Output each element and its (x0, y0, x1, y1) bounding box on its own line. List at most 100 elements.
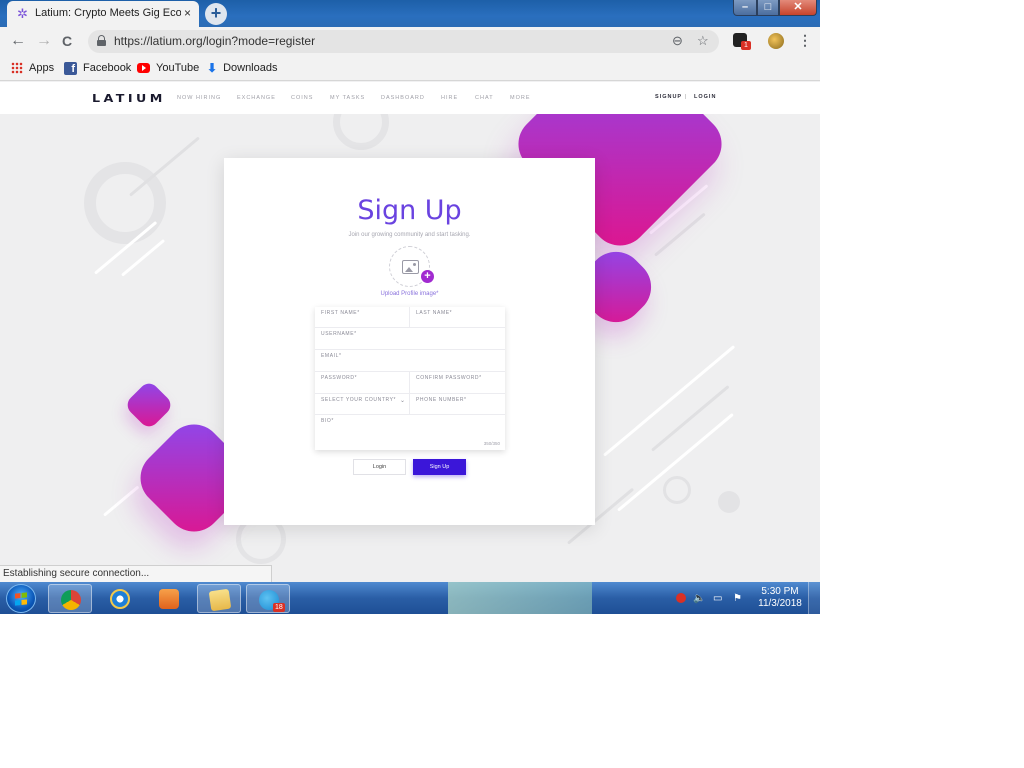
forward-icon[interactable]: → (36, 32, 52, 50)
tab-title: Latium: Crypto Meets Gig Econo (35, 7, 181, 19)
first-name-field[interactable]: FIRST NAME* (315, 307, 410, 328)
add-image-icon[interactable]: + (421, 270, 434, 283)
new-tab-button[interactable]: + (205, 3, 227, 25)
bookmark-apps[interactable]: Apps (11, 61, 54, 77)
nav-chat[interactable]: CHAT (475, 95, 494, 101)
nav-my-tasks[interactable]: MY TASKS (330, 95, 365, 101)
username-label: USERNAME* (321, 331, 357, 337)
facebook-icon: f (64, 61, 77, 75)
upload-label: Upload Profile image* (380, 291, 439, 297)
profile-avatar-icon[interactable] (768, 33, 784, 49)
nav-now-hiring[interactable]: NOW HIRING (177, 95, 221, 101)
decorative-diamond (123, 379, 175, 431)
bookmark-star-icon[interactable]: ☆ (697, 33, 709, 49)
start-button[interactable] (6, 584, 36, 613)
username-field[interactable]: USERNAME* (315, 328, 505, 350)
signup-button[interactable]: Sign Up (413, 459, 466, 475)
tray-app-icon[interactable] (676, 593, 686, 603)
password-field[interactable]: PASSWORD* (315, 372, 410, 394)
clock-date: 11/3/2018 (758, 598, 802, 609)
chrome-icon (61, 590, 81, 610)
clock-time: 5:30 PM (761, 586, 799, 597)
bio-character-count: 350/350 (483, 441, 500, 446)
media-player-icon (159, 589, 179, 609)
site-header: LATIUM NOW HIRING EXCHANGE COINS MY TASK… (0, 82, 820, 114)
close-window-button[interactable]: ✕ (779, 0, 817, 16)
browser-tab[interactable]: ✲ Latium: Crypto Meets Gig Econo × (7, 1, 199, 27)
nav-exchange[interactable]: EXCHANGE (237, 95, 276, 101)
bookmark-youtube[interactable]: YouTube (137, 61, 199, 77)
taskbar-file-explorer[interactable] (197, 584, 241, 613)
zoom-icon[interactable]: ⊖ (672, 33, 683, 49)
show-desktop-button[interactable] (808, 582, 820, 614)
browser-toolbar: ← → C https://latium.org/login?mode=regi… (0, 27, 820, 57)
internet-explorer-icon (110, 589, 130, 609)
nav-coins[interactable]: COINS (291, 95, 313, 101)
nav-login[interactable]: LOGIN (694, 94, 716, 100)
address-bar[interactable]: https://latium.org/login?mode=register ⊖… (88, 30, 719, 53)
folder-icon (208, 588, 232, 612)
bookmarks-bar: Apps f Facebook YouTube ⬇ Downloads (0, 57, 820, 81)
bookmark-downloads[interactable]: ⬇ Downloads (207, 61, 277, 77)
confirm-password-label: CONFIRM PASSWORD* (416, 375, 482, 381)
nav-signup[interactable]: SIGNUP (655, 94, 682, 100)
nav-hire[interactable]: HIRE (441, 95, 458, 101)
taskbar-telegram[interactable]: 18 (246, 584, 290, 613)
confirm-password-field[interactable]: CONFIRM PASSWORD* (410, 372, 505, 394)
bookmark-label: Apps (29, 62, 55, 74)
phone-label: PHONE NUMBER* (416, 397, 467, 403)
last-name-label: LAST NAME* (416, 310, 453, 316)
email-field[interactable]: EMAIL* (315, 350, 505, 372)
nav-more[interactable]: MORE (510, 95, 531, 101)
nav-dashboard[interactable]: DASHBOARD (381, 95, 425, 101)
login-button[interactable]: Login (353, 459, 406, 475)
download-icon: ⬇ (207, 61, 218, 76)
url-text[interactable]: https://latium.org/login?mode=register (114, 34, 315, 48)
action-center-flag-icon[interactable]: ⚑ (733, 593, 742, 604)
bookmark-facebook[interactable]: f Facebook (64, 61, 131, 77)
reload-icon[interactable]: C (62, 32, 72, 50)
first-name-label: FIRST NAME* (321, 310, 360, 316)
decorative-dot (718, 491, 740, 513)
latium-logo[interactable]: LATIUM (92, 92, 166, 105)
taskbar-chrome[interactable] (48, 584, 92, 613)
extension-icon[interactable]: 1 (733, 33, 751, 50)
password-label: PASSWORD* (321, 375, 358, 381)
decorative-line (651, 385, 730, 452)
signup-card: Sign Up Join our growing community and s… (224, 158, 595, 525)
email-label: EMAIL* (321, 353, 342, 359)
signup-form: FIRST NAME* LAST NAME* USERNAME* EMAIL* … (315, 307, 505, 450)
signup-title: Sign Up (357, 195, 462, 226)
image-icon (402, 260, 419, 274)
last-name-field[interactable]: LAST NAME* (410, 307, 505, 328)
volume-icon[interactable]: 🔈 (693, 593, 705, 604)
phone-field[interactable]: PHONE NUMBER* (410, 394, 505, 415)
chevron-down-icon: ⌄ (399, 398, 405, 404)
back-icon[interactable]: ← (10, 32, 26, 50)
signup-subtitle: Join our growing community and start tas… (348, 232, 471, 238)
latium-favicon-icon: ✲ (17, 6, 28, 21)
decorative-line (603, 345, 736, 457)
clock[interactable]: 5:30 PM 11/3/2018 (752, 586, 808, 610)
browser-titlebar: ✲ Latium: Crypto Meets Gig Econo × + – □… (0, 0, 820, 27)
maximize-button[interactable]: □ (757, 0, 779, 16)
youtube-icon (137, 63, 150, 74)
page-background: Sign Up Join our growing community and s… (0, 114, 820, 582)
taskbar-media-player[interactable] (147, 584, 191, 613)
bookmark-label: Facebook (83, 62, 132, 74)
country-select[interactable]: SELECT YOUR COUNTRY* ⌄ (315, 394, 410, 415)
window-controls: – □ ✕ (733, 0, 817, 17)
screen: ✲ Latium: Crypto Meets Gig Econo × + – □… (0, 0, 820, 614)
windows-taskbar: 18 🔈 ▭ ⚑ 5:30 PM 11/3/2018 (0, 582, 820, 614)
taskbar-glare (448, 582, 592, 614)
menu-icon[interactable]: ⋮ (798, 32, 812, 49)
status-bubble: Establishing secure connection... (0, 565, 272, 583)
taskbar-internet-explorer[interactable] (98, 584, 142, 613)
minimize-button[interactable]: – (733, 0, 757, 16)
country-label: SELECT YOUR COUNTRY* (321, 397, 397, 403)
network-icon[interactable]: ▭ (713, 593, 722, 604)
bio-textarea[interactable]: BIO* 350/350 (315, 415, 505, 450)
tab-close-icon[interactable]: × (184, 6, 191, 20)
bio-label: BIO* (321, 418, 334, 424)
bookmark-label: Downloads (223, 62, 278, 74)
